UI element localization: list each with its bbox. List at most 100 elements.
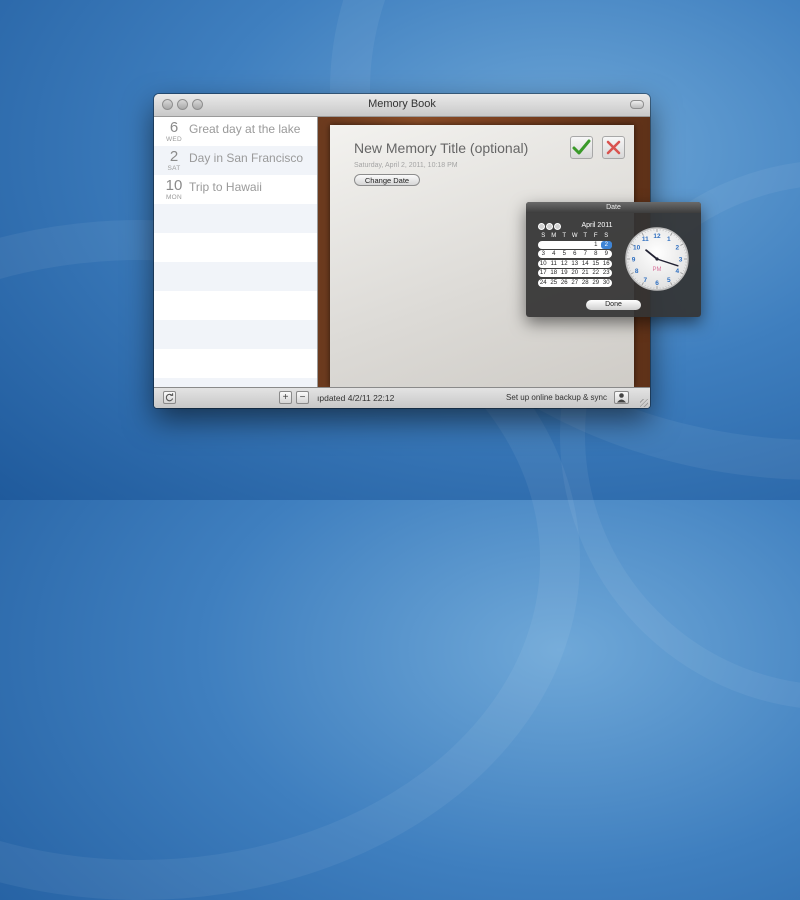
calendar-day[interactable]: 29 xyxy=(591,279,602,287)
calendar-day[interactable]: 15 xyxy=(591,260,602,268)
calendar-day[interactable]: 5 xyxy=(559,250,570,258)
calendar-week: 24 25 26 27 28 29 30 xyxy=(538,279,612,287)
previous-month-button[interactable] xyxy=(538,223,545,230)
weekday-label: T xyxy=(580,233,591,239)
today-button[interactable] xyxy=(546,223,553,230)
empty-row xyxy=(154,233,317,262)
clock-number: 2 xyxy=(676,245,680,252)
memory-list-item[interactable]: 2 SAT Day in San Francisco xyxy=(154,146,317,175)
clock-number: 5 xyxy=(667,277,671,284)
empty-row xyxy=(154,204,317,233)
weekday-label: S xyxy=(538,233,549,239)
save-memory-button[interactable] xyxy=(570,136,593,159)
calendar-day[interactable]: 18 xyxy=(549,269,560,277)
refresh-icon xyxy=(164,392,175,403)
empty-row xyxy=(154,320,317,349)
window-title: Memory Book xyxy=(154,98,650,110)
resize-grip[interactable] xyxy=(640,399,648,407)
weekday-label: M xyxy=(549,233,560,239)
last-updated-text: ıpdated 4/2/11 22:12 xyxy=(317,393,394,403)
date-panel: Date April 2011 S M T W T F S 1 2 3 4 5 … xyxy=(526,202,701,317)
weekday-label: T xyxy=(559,233,570,239)
memory-title: Day in San Francisco xyxy=(189,151,303,165)
calendar-day[interactable]: 19 xyxy=(559,269,570,277)
empty-row xyxy=(154,378,317,387)
calendar-day[interactable]: 23 xyxy=(601,269,612,277)
bottom-bar: + − ıpdated 4/2/11 22:12 Set up online b… xyxy=(154,387,650,408)
calendar-day[interactable]: 30 xyxy=(601,279,612,287)
remove-memory-button[interactable]: − xyxy=(296,391,309,404)
clock-number: 4 xyxy=(676,268,680,275)
weekday-label: W xyxy=(570,233,581,239)
next-month-button[interactable] xyxy=(554,223,561,230)
calendar-day[interactable]: 16 xyxy=(601,260,612,268)
calendar-day-selected[interactable]: 2 xyxy=(601,241,612,249)
memory-date: Saturday, April 2, 2011, 10:18 PM xyxy=(354,162,458,169)
calendar-day[interactable]: 6 xyxy=(570,250,581,258)
calendar-day xyxy=(570,241,581,249)
memory-day-number: 6 xyxy=(162,120,186,136)
backup-sync-link[interactable]: Set up online backup & sync xyxy=(506,393,607,402)
checkmark-icon xyxy=(571,137,592,158)
clock-number: 9 xyxy=(632,256,636,263)
memory-weekday: SAT xyxy=(162,165,186,172)
toolbar-toggle-button[interactable] xyxy=(630,100,644,109)
memory-list-item[interactable]: 6 WED Great day at the lake xyxy=(154,117,317,146)
add-memory-button[interactable]: + xyxy=(279,391,292,404)
discard-memory-button[interactable] xyxy=(602,136,625,159)
calendar-day[interactable]: 4 xyxy=(549,250,560,258)
clock-number: 8 xyxy=(635,268,639,275)
calendar-day[interactable]: 10 xyxy=(538,260,549,268)
empty-row xyxy=(154,291,317,320)
calendar-day[interactable]: 12 xyxy=(559,260,570,268)
calendar-day[interactable]: 14 xyxy=(580,260,591,268)
calendar-grid: S M T W T F S 1 2 3 4 5 6 7 8 9 10 xyxy=(538,233,612,287)
title-bar[interactable]: Memory Book xyxy=(154,94,650,117)
analog-clock[interactable]: 121234567891011 PM xyxy=(624,226,690,292)
empty-row xyxy=(154,262,317,291)
calendar-day[interactable]: 17 xyxy=(538,269,549,277)
calendar-day[interactable]: 26 xyxy=(559,279,570,287)
memory-title-field[interactable]: New Memory Title (optional) xyxy=(354,140,528,156)
calendar-day[interactable]: 21 xyxy=(580,269,591,277)
clock-number: 1 xyxy=(667,236,671,243)
calendar-day xyxy=(538,241,549,249)
account-button[interactable] xyxy=(614,391,629,404)
calendar-week: 17 18 19 20 21 22 23 xyxy=(538,269,612,277)
calendar-day[interactable]: 11 xyxy=(549,260,560,268)
calendar-month-label: April 2011 xyxy=(578,222,616,229)
calendar-day[interactable]: 13 xyxy=(570,260,581,268)
memory-title: Trip to Hawaii xyxy=(189,180,262,194)
calendar-day[interactable]: 3 xyxy=(538,250,549,258)
calendar-day[interactable]: 20 xyxy=(570,269,581,277)
done-button[interactable]: Done xyxy=(586,300,641,310)
calendar-day xyxy=(549,241,560,249)
calendar-day[interactable]: 9 xyxy=(601,250,612,258)
calendar-day[interactable]: 1 xyxy=(591,241,602,249)
clock-number: 11 xyxy=(642,236,649,243)
sync-button[interactable] xyxy=(163,391,176,404)
calendar-day[interactable]: 24 xyxy=(538,279,549,287)
calendar-day[interactable]: 8 xyxy=(591,250,602,258)
calendar-week: 3 4 5 6 7 8 9 xyxy=(538,250,612,258)
weekday-label: S xyxy=(601,233,612,239)
calendar-day xyxy=(580,241,591,249)
calendar-day[interactable]: 22 xyxy=(591,269,602,277)
calendar-day[interactable]: 27 xyxy=(570,279,581,287)
calendar-weekday-header: S M T W T F S xyxy=(538,233,612,239)
memory-weekday: MON xyxy=(162,194,186,201)
calendar-week: 10 11 12 13 14 15 16 xyxy=(538,260,612,268)
clock-period: PM xyxy=(653,267,662,273)
memory-day-number: 2 xyxy=(162,149,186,165)
change-date-button[interactable]: Change Date xyxy=(354,174,420,186)
memory-list-item[interactable]: 10 MON Trip to Hawaii xyxy=(154,175,317,204)
date-panel-title: Date xyxy=(526,202,701,213)
clock-center xyxy=(655,257,658,260)
calendar-day[interactable]: 7 xyxy=(580,250,591,258)
clock-number: 6 xyxy=(655,280,659,287)
calendar-day[interactable]: 28 xyxy=(580,279,591,287)
calendar-day[interactable]: 25 xyxy=(549,279,560,287)
person-icon xyxy=(615,392,628,403)
memory-list: 6 WED Great day at the lake 2 SAT Day in… xyxy=(154,117,318,387)
clock-number: 12 xyxy=(653,233,661,240)
